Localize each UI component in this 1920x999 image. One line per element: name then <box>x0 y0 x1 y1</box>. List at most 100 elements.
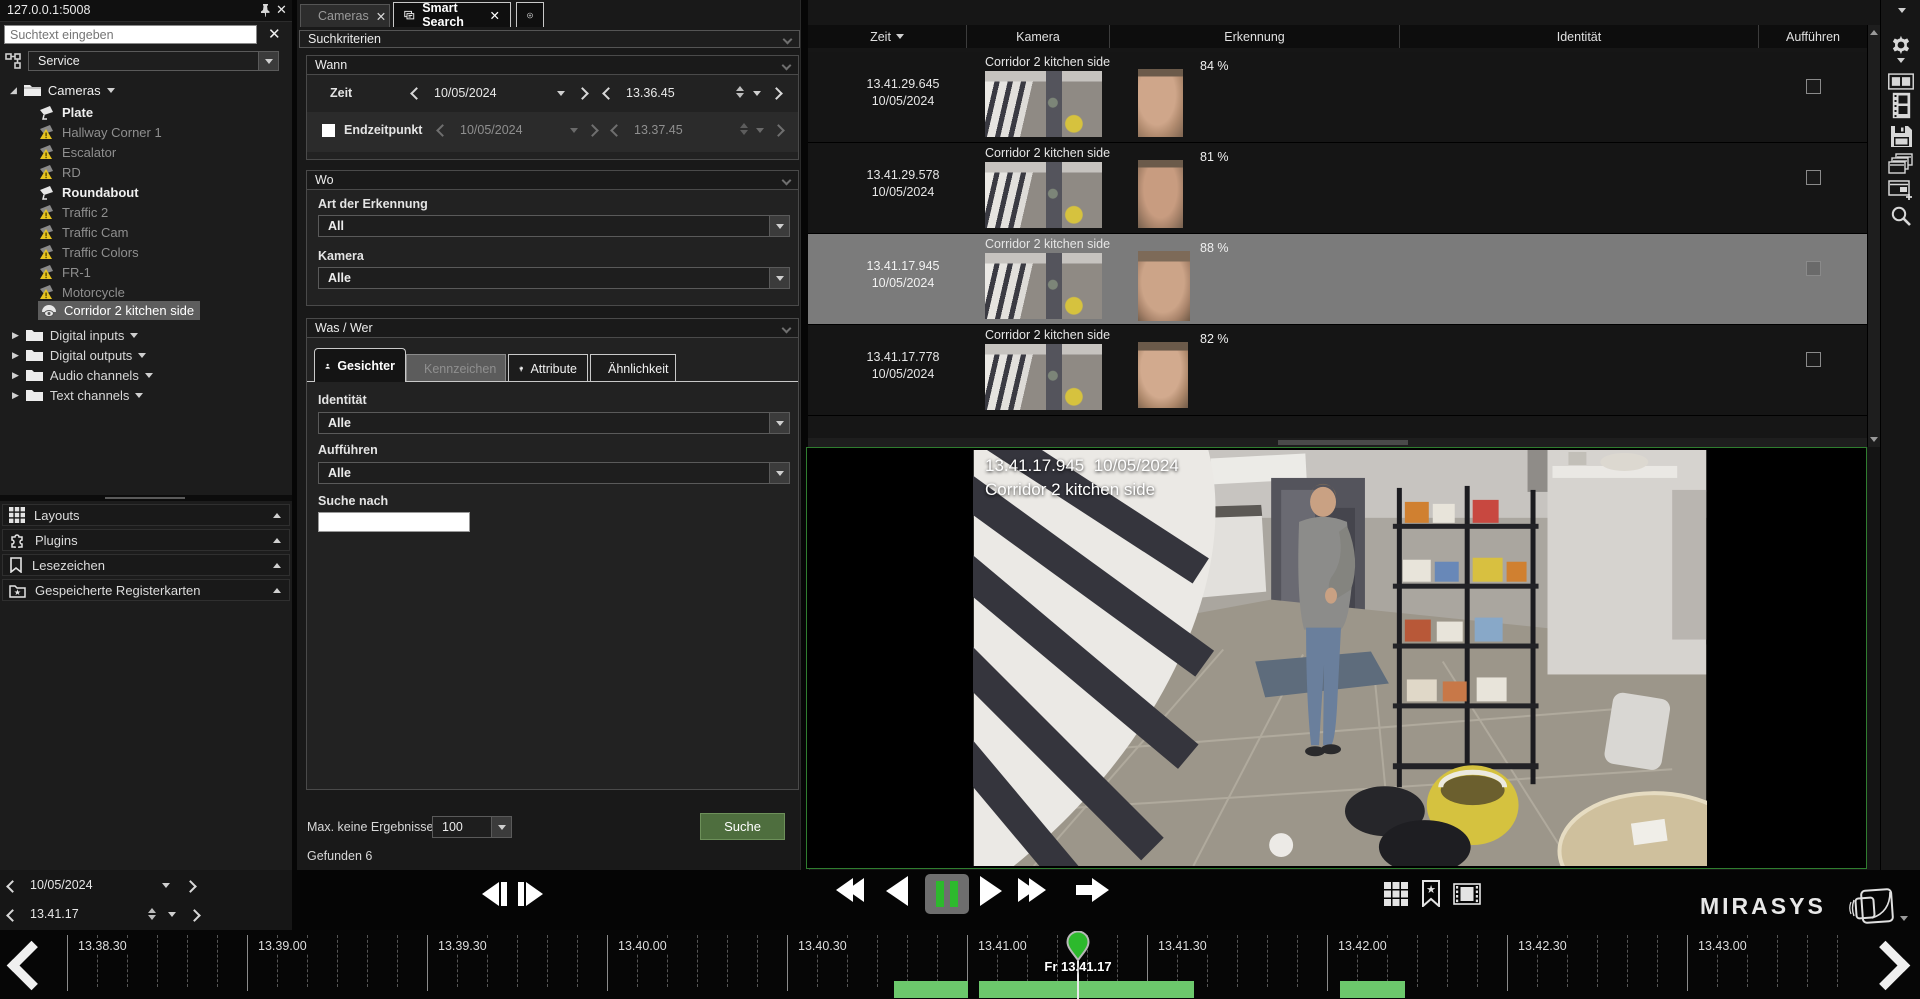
service-dropdown-icon[interactable] <box>258 52 278 70</box>
zeit-time-spinner[interactable] <box>736 86 744 98</box>
gear-dropdown-icon[interactable] <box>1897 58 1905 63</box>
accordion-gespeicherte-registerkarten[interactable]: ★ Gespeicherte Registerkarten <box>2 579 290 601</box>
dropdown-icon[interactable] <box>491 817 511 837</box>
zeit-time-dropdown-icon[interactable] <box>753 91 761 96</box>
detected-face-image[interactable] <box>1138 251 1190 321</box>
tab-close-icon[interactable]: ✕ <box>490 8 500 23</box>
toolbar-collapse-icon[interactable] <box>1898 8 1906 13</box>
playback-date-value[interactable]: 10/05/2024 <box>30 878 93 892</box>
max-results-select[interactable]: 100 <box>432 816 512 838</box>
tree-item-motorcycle[interactable]: Motorcycle <box>38 282 125 302</box>
collapsed-icon[interactable]: ▶ <box>12 350 19 361</box>
recording-activity-segment[interactable] <box>894 981 968 998</box>
pause-button[interactable] <box>925 874 969 914</box>
save-floppy-icon[interactable] <box>1888 125 1914 148</box>
date-prev-icon[interactable] <box>6 880 19 893</box>
brand-dropdown-icon[interactable] <box>1900 916 1908 921</box>
collapse-up-icon[interactable] <box>273 513 281 518</box>
dropdown-icon[interactable] <box>769 216 789 236</box>
sidebar-splitter[interactable] <box>0 495 292 501</box>
new-window-icon[interactable] <box>1888 180 1914 201</box>
tree-item-roundabout[interactable]: Roundabout <box>38 182 139 202</box>
auffuehren-checkbox[interactable] <box>1806 170 1821 185</box>
chevron-down-icon[interactable] <box>130 333 138 338</box>
new-tab-button[interactable] <box>516 2 544 27</box>
filmstrip-view-icon[interactable] <box>1453 883 1481 905</box>
suchkriterien-header[interactable]: Suchkriterien <box>299 30 800 48</box>
time-prev-icon[interactable] <box>6 909 19 922</box>
collapse-up-icon[interactable] <box>273 538 281 543</box>
result-row[interactable]: 13.41.29.64510/05/2024 Corridor 2 kitche… <box>808 52 1867 143</box>
tab-gesichter[interactable]: Gesichter <box>314 348 406 382</box>
dropdown-icon[interactable] <box>769 268 789 288</box>
scroll-down-icon[interactable] <box>1870 437 1878 442</box>
pin-icon[interactable] <box>258 3 271 17</box>
auffuehren-checkbox[interactable] <box>1806 352 1821 367</box>
filmstrip-vertical-icon[interactable] <box>1888 92 1914 119</box>
tab-kennzeichen[interactable]: Kennzeichen <box>406 354 506 382</box>
recording-activity-segment[interactable] <box>1340 981 1405 998</box>
auffuehren-checkbox[interactable] <box>1806 261 1821 276</box>
recording-activity-segment[interactable] <box>979 981 1194 998</box>
tree-root-cameras[interactable]: ◢ Cameras <box>10 80 115 100</box>
chevron-down-icon[interactable] <box>135 393 143 398</box>
tree-item-plate[interactable]: Plate <box>38 102 93 122</box>
dropdown-icon[interactable] <box>769 463 789 483</box>
accordion-plugins[interactable]: Plugins <box>2 529 290 551</box>
play-backward-button[interactable] <box>886 876 908 909</box>
jump-forward-button[interactable] <box>1076 878 1109 902</box>
video-panel[interactable]: 13.41.17.945 10/05/2024 Corridor 2 kitch… <box>806 447 1867 869</box>
result-thumbnail[interactable] <box>985 162 1102 228</box>
tree-item-traffic-2[interactable]: Traffic 2 <box>38 202 108 222</box>
accordion-lesezeichen[interactable]: Lesezeichen <box>2 554 290 576</box>
result-row-selected[interactable]: 13.41.17.94510/05/2024 Corridor 2 kitche… <box>808 234 1867 325</box>
auffuehren-checkbox[interactable] <box>1806 79 1821 94</box>
time-next-icon[interactable] <box>188 909 201 922</box>
detected-face-image[interactable] <box>1138 69 1183 137</box>
playback-time-value[interactable]: 13.41.17 <box>30 907 79 921</box>
filmstrip-horizontal-icon[interactable] <box>1888 73 1914 90</box>
tree-item-escalator[interactable]: Escalator <box>38 142 116 162</box>
art-der-erkennung-select[interactable]: All <box>318 215 790 237</box>
step-backward-button[interactable] <box>482 878 512 910</box>
tree-folder-audio-channels[interactable]: ▶ Audio channels <box>12 365 153 385</box>
horizontal-scrollbar[interactable] <box>808 438 1867 447</box>
result-row[interactable]: 13.41.17.77810/05/2024 Corridor 2 kitche… <box>808 325 1867 416</box>
collapsed-icon[interactable]: ▶ <box>12 390 19 401</box>
bookmark-star-icon[interactable]: ★ <box>1421 880 1441 907</box>
grid-view-icon[interactable] <box>1384 882 1408 906</box>
sidebar-close-icon[interactable]: ✕ <box>276 2 287 18</box>
chevron-down-icon[interactable] <box>107 88 115 93</box>
tab-smart-search[interactable]: Smart Search ✕ <box>393 2 511 27</box>
collapsed-icon[interactable]: ▶ <box>12 370 19 381</box>
playhead-marker[interactable] <box>1066 931 1090 961</box>
step-forward-button[interactable] <box>518 878 548 910</box>
column-header-kamera[interactable]: Kamera <box>967 25 1110 48</box>
tree-folder-text-channels[interactable]: ▶ Text channels <box>12 385 143 405</box>
tree-folder-digital-outputs[interactable]: ▶ Digital outputs <box>12 345 146 365</box>
time-dropdown-icon[interactable] <box>168 912 176 917</box>
result-thumbnail[interactable] <box>985 344 1102 410</box>
tree-item-corridor-2-kitchen-side[interactable]: Corridor 2 kitchen side <box>38 301 200 320</box>
chevron-down-icon[interactable] <box>138 353 146 358</box>
search-clear-icon[interactable]: ✕ <box>268 25 281 43</box>
vertical-scrollbar[interactable] <box>1867 25 1880 447</box>
settings-gear-icon[interactable] <box>1888 33 1914 57</box>
fast-rewind-button[interactable] <box>836 878 864 902</box>
detected-face-image[interactable] <box>1138 160 1183 228</box>
detected-face-image[interactable] <box>1138 342 1188 408</box>
kamera-select[interactable]: Alle <box>318 267 790 289</box>
suche-nach-input[interactable] <box>318 512 470 532</box>
zeit-date-value[interactable]: 10/05/2024 <box>434 86 497 100</box>
date-next-icon[interactable] <box>184 880 197 893</box>
date-dropdown-icon[interactable] <box>162 883 170 888</box>
identitaet-select[interactable]: Alle <box>318 412 790 434</box>
tree-folder-digital-inputs[interactable]: ▶ Digital inputs <box>12 325 138 345</box>
tab-attribute[interactable]: Attribute <box>508 354 588 382</box>
expanded-icon[interactable]: ◢ <box>10 85 17 96</box>
zeit-date-dropdown-icon[interactable] <box>557 91 565 96</box>
suche-button[interactable]: Suche <box>700 813 785 840</box>
tree-item-fr-1[interactable]: FR-1 <box>38 262 91 282</box>
fast-forward-button[interactable] <box>1018 878 1046 902</box>
column-header-auffuehren[interactable]: Aufführen <box>1759 25 1867 48</box>
